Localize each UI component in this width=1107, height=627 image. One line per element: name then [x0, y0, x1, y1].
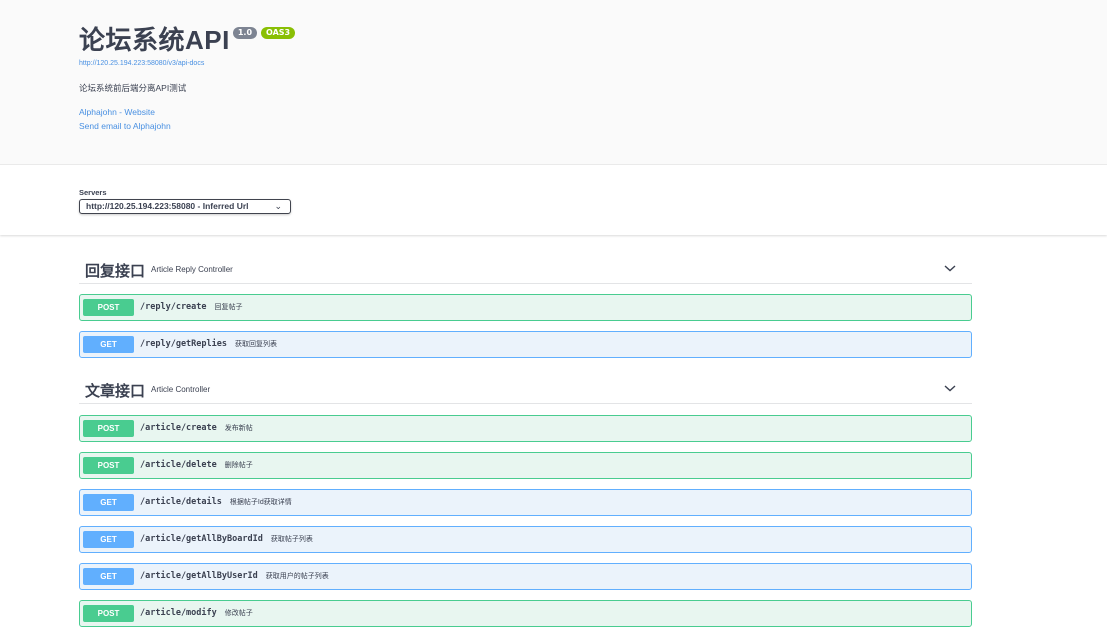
operation-summary: 根据帖子Id获取详情	[229, 499, 292, 506]
chevron-down-icon[interactable]	[943, 261, 957, 275]
tag-description: Article Controller	[151, 385, 211, 394]
tag-header-reply[interactable]: 回复接口 Article Reply Controller	[79, 257, 972, 284]
operation-summary: 删除帖子	[224, 462, 253, 469]
method-badge: GET	[83, 336, 134, 353]
operation-summary: 获取用户的帖子列表	[265, 573, 329, 580]
chevron-down-icon: ⌄	[274, 201, 282, 211]
operation-path: /article/delete 删除帖子	[140, 460, 253, 470]
operation-path: /article/details 根据帖子Id获取详情	[140, 497, 292, 507]
version-badge: 1.0	[232, 27, 258, 39]
api-description: 论坛系统前后端分离API测试	[79, 83, 187, 93]
method-badge: GET	[83, 531, 134, 548]
method-badge: POST	[83, 299, 134, 316]
operation-path: /reply/getReplies 获取回复列表	[140, 339, 277, 349]
operation-summary: 回复帖子	[214, 304, 243, 311]
api-info-section: 论坛系统API 1.0 OAS3 http://120.25.194.223:5…	[0, 0, 1107, 165]
oas-badge: OAS3	[261, 27, 296, 39]
server-select[interactable]: http://120.25.194.223:58080 - Inferred U…	[79, 199, 291, 214]
operation-path: /article/getAllByBoardId 获取帖子列表	[140, 534, 313, 544]
operation-row[interactable]: POST /article/create 发布新帖	[79, 415, 972, 442]
servers-label: Servers	[79, 188, 107, 197]
tag-description: Article Reply Controller	[151, 265, 233, 274]
operation-row[interactable]: POST /reply/create 回复帖子	[79, 294, 972, 321]
operation-summary: 获取回复列表	[235, 341, 277, 348]
operation-row[interactable]: GET /article/getAllByBoardId 获取帖子列表	[79, 526, 972, 553]
operation-path: /reply/create 回复帖子	[140, 302, 243, 312]
operation-path: /article/create 发布新帖	[140, 423, 253, 433]
method-badge: GET	[83, 494, 134, 511]
operation-row[interactable]: GET /reply/getReplies 获取回复列表	[79, 331, 972, 358]
method-badge: GET	[83, 568, 134, 585]
operation-path: /article/modify 修改帖子	[140, 608, 253, 618]
spec-url-link[interactable]: http://120.25.194.223:58080/v3/api-docs	[79, 60, 295, 67]
operation-summary: 发布新帖	[224, 425, 253, 432]
tag-title: 回复接口	[85, 263, 146, 280]
tag-header-article[interactable]: 文章接口 Article Controller	[79, 377, 972, 404]
method-badge: POST	[83, 605, 134, 622]
server-select-value: http://120.25.194.223:58080 - Inferred U…	[86, 201, 249, 211]
website-link[interactable]: Alphajohn - Website	[79, 105, 295, 119]
email-link[interactable]: Send email to Alphajohn	[79, 119, 295, 133]
method-badge: POST	[83, 420, 134, 437]
chevron-down-icon[interactable]	[943, 381, 957, 395]
operation-summary: 获取帖子列表	[270, 536, 313, 543]
method-badge: POST	[83, 457, 134, 474]
operation-row[interactable]: GET /article/getAllByUserId 获取用户的帖子列表	[79, 563, 972, 590]
api-title: 论坛系统API	[79, 25, 230, 55]
operation-row[interactable]: POST /article/modify 修改帖子	[79, 600, 972, 627]
operation-path: /article/getAllByUserId 获取用户的帖子列表	[140, 571, 329, 581]
servers-section: Servers http://120.25.194.223:58080 - In…	[0, 165, 1107, 235]
operation-row[interactable]: GET /article/details 根据帖子Id获取详情	[79, 489, 972, 516]
tag-title: 文章接口	[85, 383, 146, 400]
operation-row[interactable]: POST /article/delete 删除帖子	[79, 452, 972, 479]
